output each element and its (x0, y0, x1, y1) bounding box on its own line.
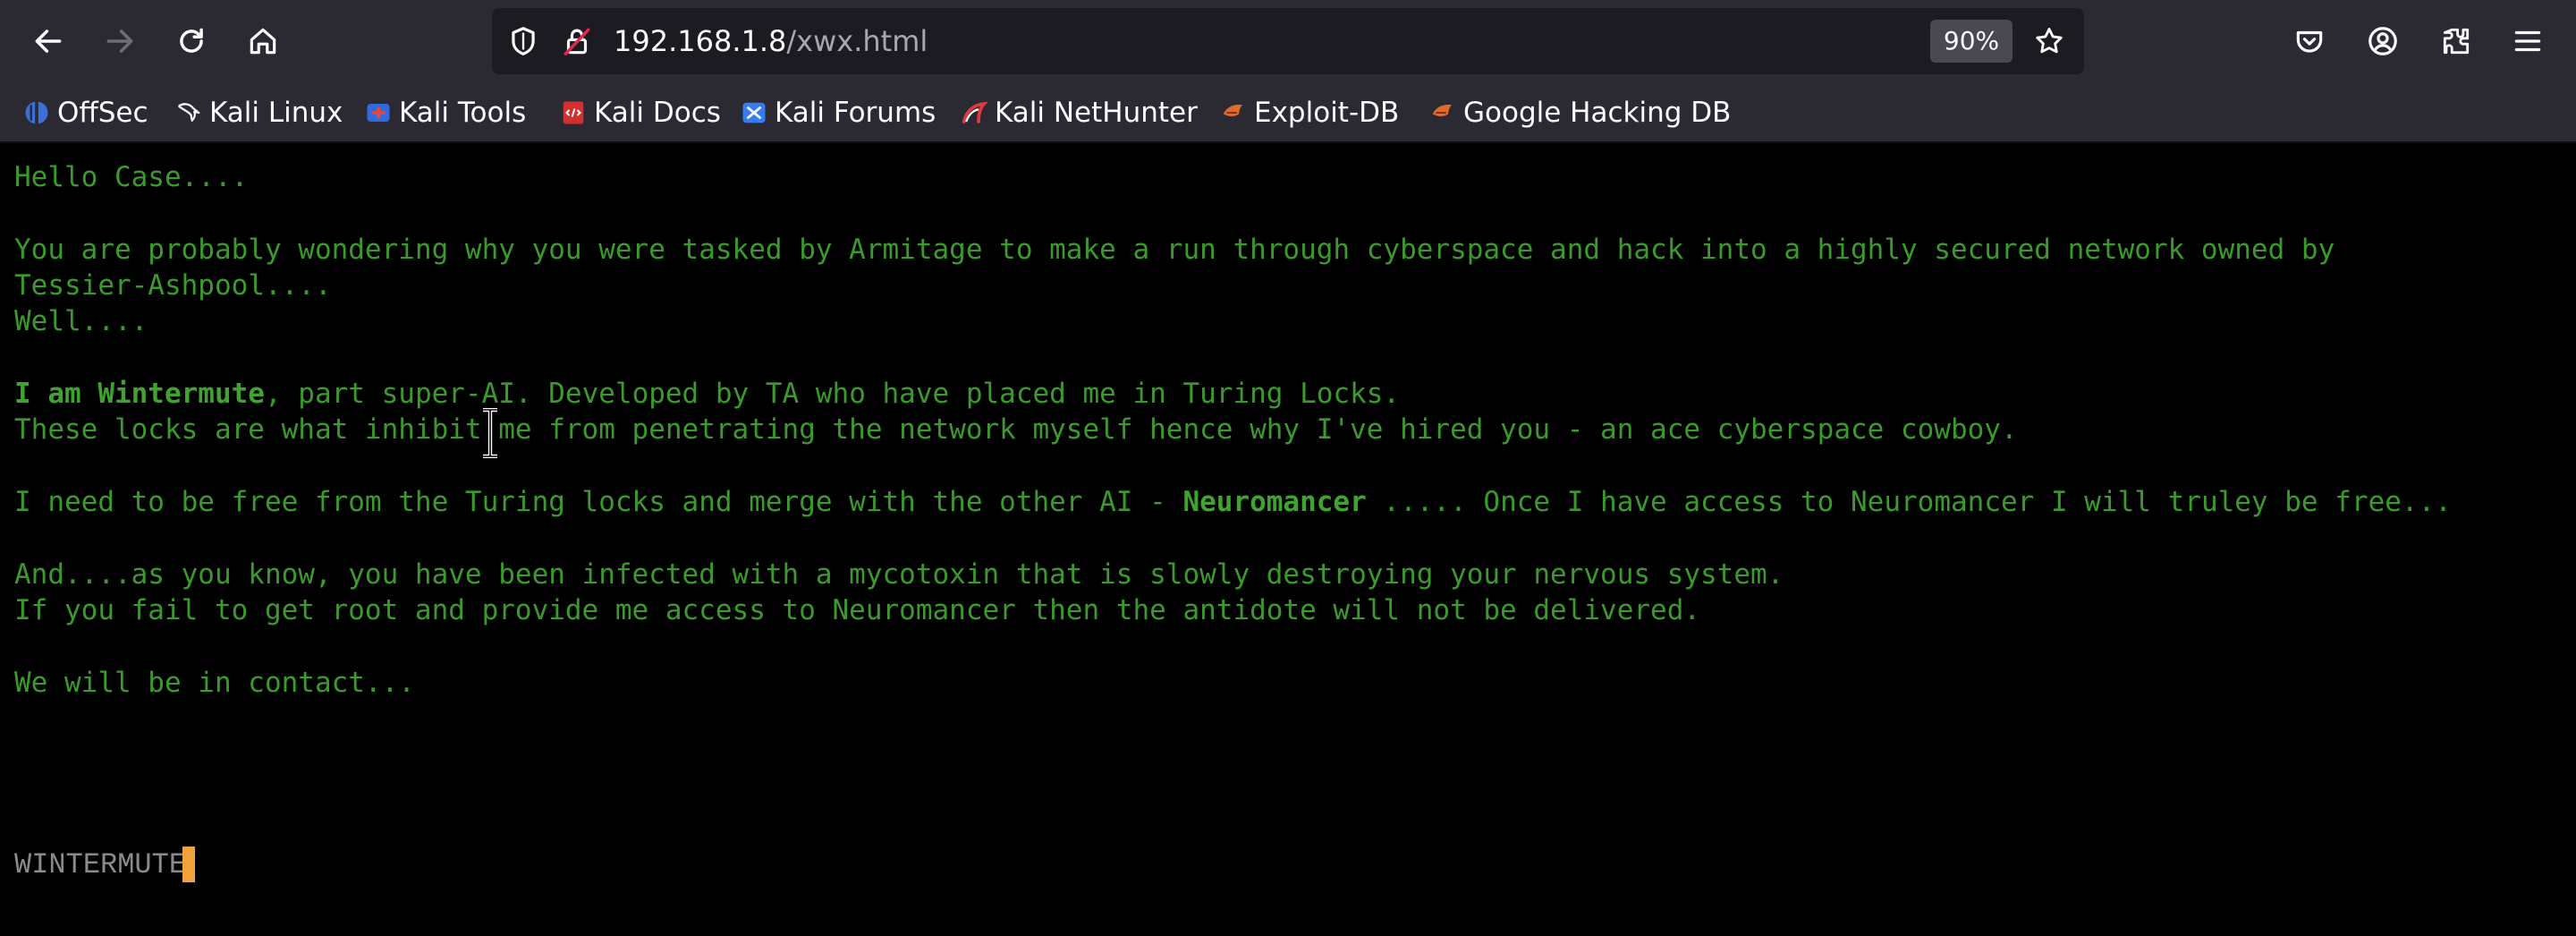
url-text[interactable]: 192.168.1.8/xwx.html (614, 8, 928, 74)
bookmark-google-hacking-db[interactable]: Google Hacking DB (1429, 89, 1731, 136)
message-line: Tessier-Ashpool.... (14, 269, 332, 302)
reload-icon (180, 28, 203, 53)
bookmark-label: Kali Forums (775, 97, 936, 129)
bookmark-label: Exploit-DB (1254, 97, 1400, 129)
home-icon (250, 28, 276, 55)
message-line: And....as you know, you have been infect… (14, 558, 1784, 591)
bookmark-kali-forums[interactable]: Kali Forums (741, 89, 936, 136)
bookmark-kali-tools[interactable]: Kali Tools (365, 89, 526, 136)
exploit-db-icon (1223, 105, 1242, 117)
arrow-left-icon (35, 30, 62, 53)
message-line: You are probably wondering why you were … (14, 234, 2335, 266)
zoom-level-button[interactable]: 90% (1930, 20, 2012, 63)
nethunter-icon (962, 101, 987, 123)
message-line: If you fail to get root and provide me a… (14, 594, 1701, 626)
message-line: Well.... (14, 305, 148, 337)
bookmark-star-icon[interactable] (2032, 24, 2066, 58)
browser-toolbar: 192.168.1.8/xwx.html 90% (0, 0, 2576, 82)
text-cursor (182, 847, 196, 882)
kali-forums-icon (742, 102, 766, 123)
kali-tools-icon (367, 104, 390, 122)
ghdb-icon (1432, 105, 1452, 117)
bookmark-label: OffSec (57, 97, 148, 129)
bookmark-label: Kali Docs (594, 97, 721, 129)
message-line: These locks are what inhibit me from pen… (14, 413, 2018, 446)
bookmark-label: Kali Linux (209, 97, 343, 129)
back-button[interactable] (21, 14, 75, 68)
pocket-button[interactable] (2283, 14, 2336, 68)
bookmark-exploit-db[interactable]: Exploit-DB (1220, 89, 1399, 136)
kali-docs-icon (563, 101, 584, 124)
pocket-icon (2296, 30, 2323, 53)
wintermute-name: I am Wintermute (14, 378, 265, 410)
arrow-right-icon (106, 30, 133, 53)
bookmark-label: Kali Tools (399, 97, 527, 129)
reload-button[interactable] (165, 14, 218, 68)
contact-line: We will be in contact... (14, 667, 415, 699)
app-menu-button[interactable] (2501, 14, 2555, 68)
freedom-post: ..... Once I have access to Neuromancer … (1366, 486, 2452, 518)
menu-icon (2514, 30, 2541, 52)
neuromancer-name: Neuromancer (1182, 486, 1367, 518)
insecure-lock-icon[interactable] (560, 24, 594, 58)
intro-rest: , part super-AI. Developed by TA who hav… (264, 378, 1401, 410)
extensions-button[interactable] (2429, 14, 2483, 68)
offsec-icon (25, 101, 48, 124)
freedom-line: I need to be free from the Turing locks … (14, 486, 2452, 518)
ibeam-cursor-icon (483, 408, 497, 458)
bookmark-label: Google Hacking DB (1463, 97, 1732, 129)
signature-text: WINTERMUTE (14, 847, 187, 881)
url-path: /xwx.html (786, 24, 928, 58)
bookmark-kali-nethunter[interactable]: Kali NetHunter (961, 89, 1198, 136)
intro-line: I am Wintermute, part super-AI. Develope… (14, 378, 1400, 410)
url-bar[interactable]: 192.168.1.8/xwx.html 90% (492, 8, 2084, 74)
bookmark-kali-docs[interactable]: Kali Docs (560, 89, 721, 136)
url-host: 192.168.1.8 (614, 24, 787, 58)
forward-button[interactable] (93, 14, 147, 68)
shield-icon[interactable] (506, 24, 540, 58)
freedom-pre: I need to be free from the Turing locks … (14, 486, 1183, 518)
account-icon (2368, 27, 2397, 55)
bookmark-offsec[interactable]: OffSec (23, 89, 148, 136)
bookmarks-toolbar: OffSec Kali Linux Kali Tools Kali Docs K… (0, 82, 2576, 143)
signature: WINTERMUTE (14, 845, 196, 884)
bookmark-kali-linux[interactable]: Kali Linux (175, 89, 343, 136)
account-button[interactable] (2356, 14, 2410, 68)
kali-dragon-icon (178, 103, 200, 122)
page-content: Hello Case.... You are probably wonderin… (0, 143, 2576, 936)
greeting-line: Hello Case.... (14, 161, 249, 193)
extensions-icon (2443, 28, 2470, 55)
bookmark-label: Kali NetHunter (995, 97, 1198, 129)
home-button[interactable] (236, 14, 290, 68)
